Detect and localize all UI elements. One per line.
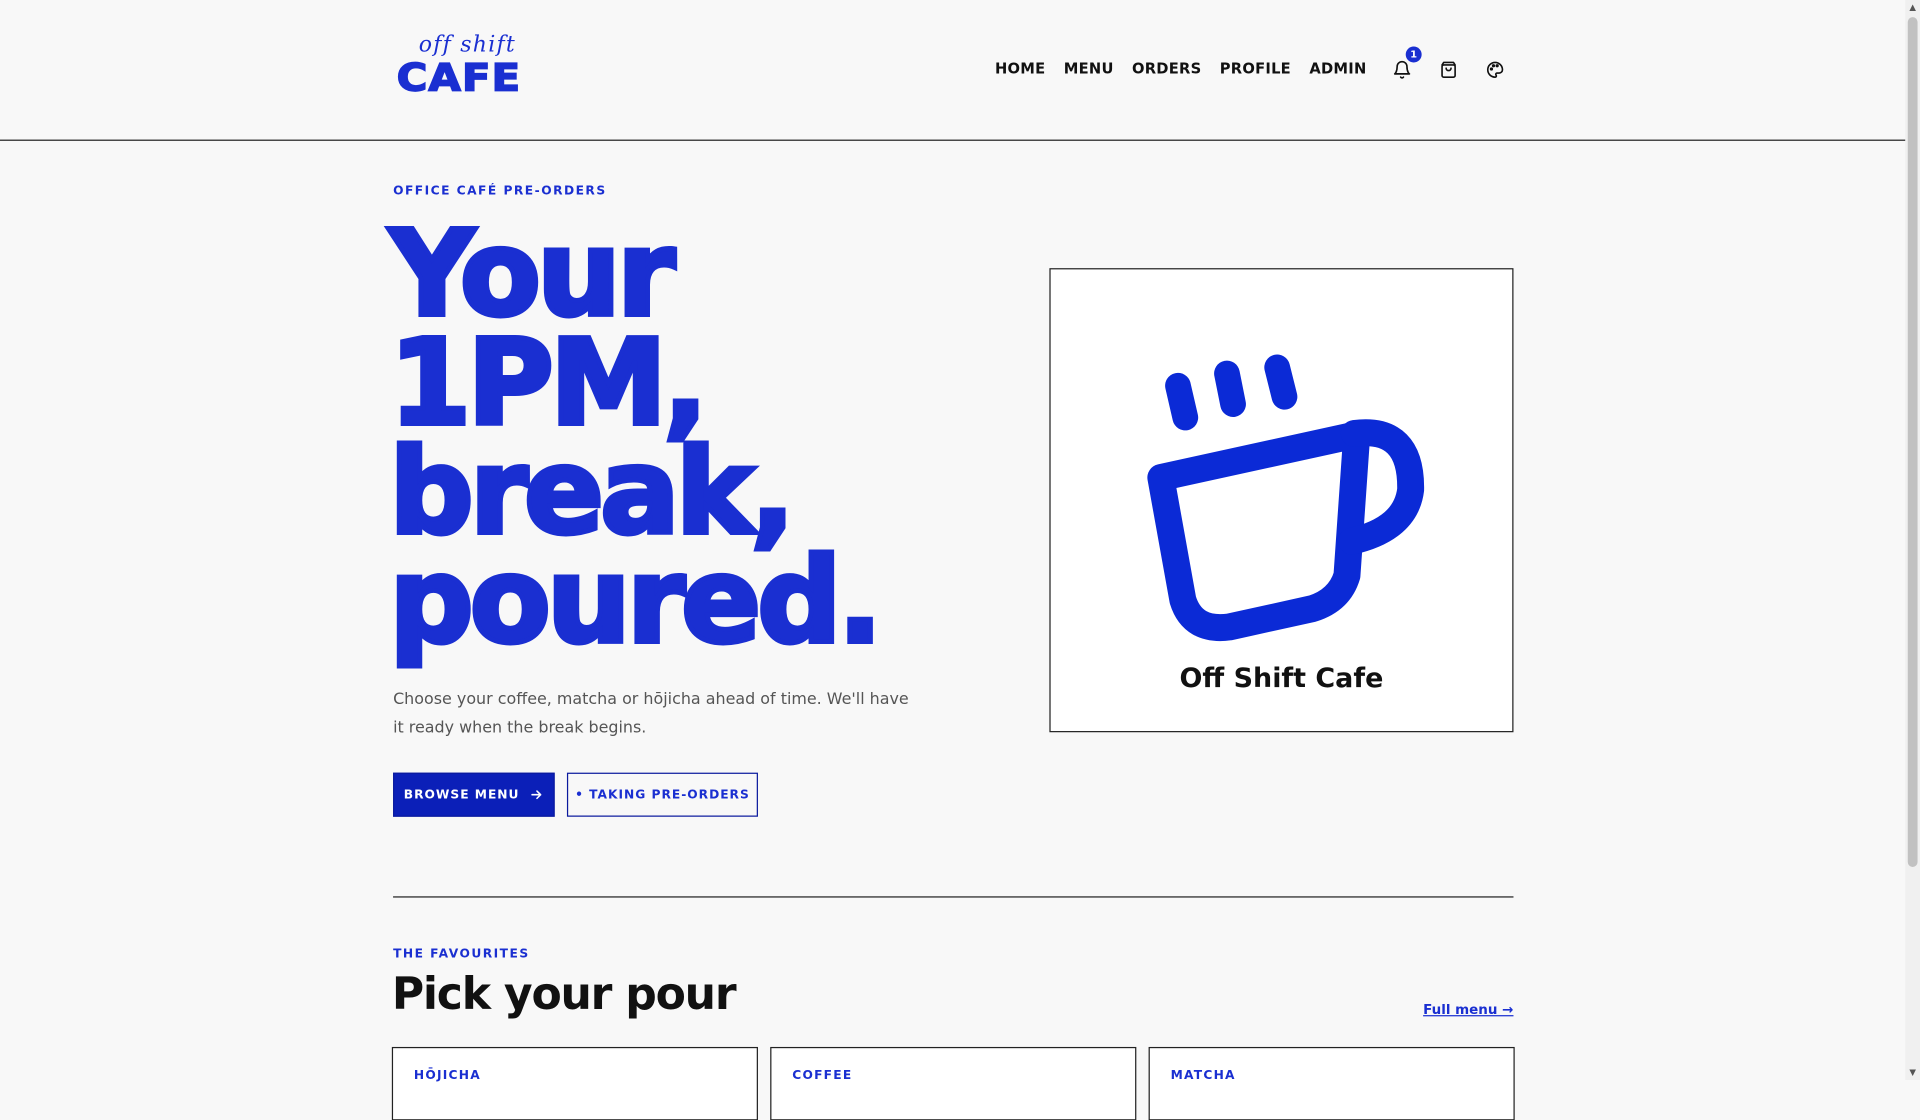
palette-icon xyxy=(1487,61,1504,78)
site-header: off shift CAFE HOME MENU ORDERS PROFILE … xyxy=(0,0,1906,141)
favourites-title: Pick your pour xyxy=(391,969,737,1021)
page-scrollbar[interactable]: ▲ ▼ xyxy=(1905,0,1920,1081)
theme-button[interactable] xyxy=(1483,56,1507,83)
hero-eyebrow: OFFICE CAFÉ PRE-ORDERS xyxy=(393,184,607,199)
scroll-thumb[interactable] xyxy=(1907,17,1918,867)
bell-icon xyxy=(1393,60,1411,79)
hero-title: Your 1PM, break, poured. xyxy=(387,205,885,670)
logo-big-text: CAFE xyxy=(396,56,522,102)
favourites-cards: HŌJICHA COFFEE MATCHA xyxy=(391,1046,1515,1120)
arrow-right-icon xyxy=(531,790,542,800)
product-card[interactable]: MATCHA xyxy=(1148,1046,1515,1120)
full-menu-link[interactable]: Full menu → xyxy=(1423,1002,1513,1018)
product-card[interactable]: COFFEE xyxy=(770,1046,1137,1120)
cart-button[interactable] xyxy=(1436,56,1460,83)
hero-subtitle: Choose your coffee, matcha or hōjicha ah… xyxy=(393,690,909,738)
scroll-down-icon[interactable]: ▼ xyxy=(1908,1068,1918,1078)
hero-illustration-card: Off Shift Cafe xyxy=(1049,268,1514,733)
favourites-eyebrow: THE FAVOURITES xyxy=(393,947,530,962)
nav-menu[interactable]: MENU xyxy=(1064,60,1114,77)
browse-menu-label: BROWSE MENU xyxy=(403,787,520,802)
card-category: MATCHA xyxy=(1170,1068,1236,1083)
card-category: COFFEE xyxy=(792,1068,853,1083)
pre-orders-status-badge: • TAKING PRE-ORDERS xyxy=(566,772,758,817)
section-divider xyxy=(393,896,1514,898)
header-icons: 1 xyxy=(1390,46,1508,83)
logo-small-text: off shift xyxy=(418,31,516,58)
cart-icon xyxy=(1441,61,1456,78)
nav-admin[interactable]: ADMIN xyxy=(1309,60,1366,77)
scroll-up-icon[interactable]: ▲ xyxy=(1908,2,1918,12)
notification-badge: 1 xyxy=(1405,46,1422,63)
product-card[interactable]: HŌJICHA xyxy=(391,1046,758,1120)
nav-orders[interactable]: ORDERS xyxy=(1132,60,1201,77)
card-category: HŌJICHA xyxy=(413,1068,481,1083)
hero-title-line: poured. xyxy=(387,532,885,670)
hero-title-line: Your xyxy=(387,205,678,343)
hero-title-line: 1PM, xyxy=(387,314,710,452)
notifications-button[interactable]: 1 xyxy=(1390,46,1422,83)
nav-profile[interactable]: PROFILE xyxy=(1220,60,1291,77)
main-nav: HOME MENU ORDERS PROFILE ADMIN xyxy=(995,60,1367,77)
browse-menu-button[interactable]: BROWSE MENU xyxy=(393,772,555,817)
hero-title-line: break, xyxy=(387,423,798,561)
pre-orders-status-label: • TAKING PRE-ORDERS xyxy=(575,787,750,802)
nav-home[interactable]: HOME xyxy=(995,60,1045,77)
card-caption: Off Shift Cafe xyxy=(1179,663,1384,695)
brand-logo[interactable]: off shift CAFE xyxy=(396,31,532,103)
